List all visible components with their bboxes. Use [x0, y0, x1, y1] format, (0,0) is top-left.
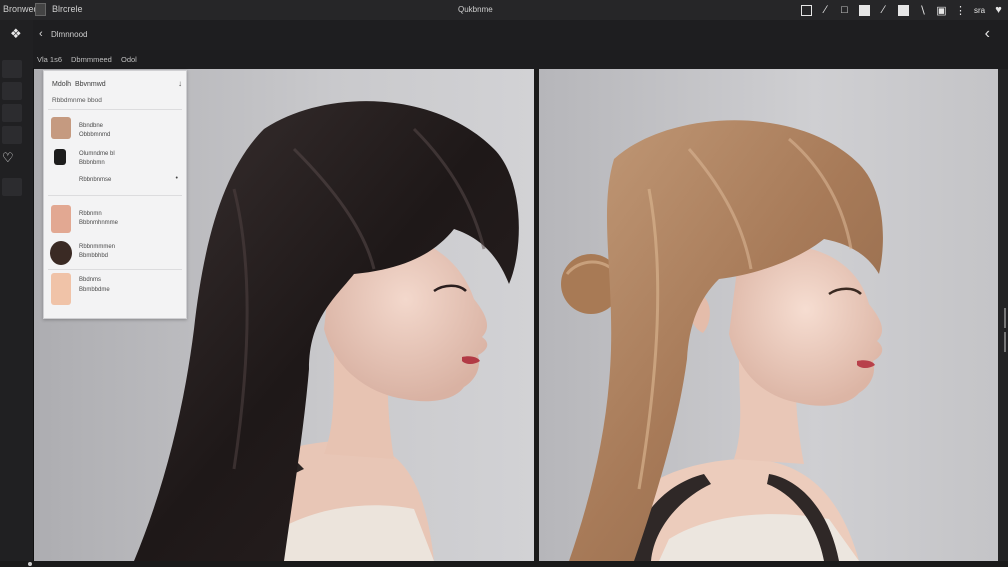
bold-tool-icon[interactable]: ▣	[932, 2, 951, 19]
layers-panel: Mdolh Bbvnmwd ↓ Rbbdmnme bbod Bbndbne Ob…	[43, 70, 187, 319]
more-tool-icon[interactable]: ⋮	[951, 2, 970, 19]
layer-name: Rbbnmn	[79, 211, 102, 217]
breadcrumb-segment[interactable]: Vla 1s6	[37, 55, 62, 64]
divider	[48, 109, 182, 110]
left-tool-rail: ❖ ♡	[0, 20, 34, 567]
layer-thumbnail	[50, 241, 72, 265]
select-tool-icon[interactable]: □	[835, 2, 854, 19]
layers-tool-icon[interactable]	[893, 2, 913, 19]
crop-tool-icon[interactable]	[797, 2, 816, 19]
rail-button-2[interactable]	[2, 82, 22, 100]
text-tool[interactable]: sra	[970, 2, 989, 19]
layers-panel-subtitle: Rbbdmnme bbod	[52, 97, 102, 104]
document-title: Qukbnme	[458, 5, 493, 14]
sub-toolbar: ‹ Dlmnnood ‹	[33, 20, 1008, 50]
rail-button-3[interactable]	[2, 104, 22, 122]
heart-tool-icon[interactable]: ♥	[989, 2, 1008, 19]
rail-button-4[interactable]	[2, 126, 22, 144]
timeline-knob[interactable]	[28, 562, 32, 566]
app-name: Bronwed	[3, 4, 39, 14]
pen-tool-icon[interactable]: ∕	[816, 2, 835, 19]
back-chevron-icon[interactable]: ‹	[39, 28, 43, 40]
layer-name: Rbbnmmmen	[79, 244, 116, 250]
breadcrumb: Vla 1s6 Dbmmmeed Odol	[33, 50, 1008, 68]
layer-menu-icon[interactable]: •	[176, 175, 178, 182]
close-icon[interactable]: ↓	[178, 79, 182, 88]
layer-detail: Bbmbbhbd	[79, 253, 109, 259]
rail-button-5[interactable]	[2, 178, 22, 196]
brush-tool-icon[interactable]: ∕	[874, 2, 893, 19]
layer-detail: Bbbnmhnmme	[79, 220, 119, 226]
layer-name: Bbndbne	[79, 123, 104, 129]
breadcrumb-segment[interactable]: Dbmmmeed	[71, 55, 112, 64]
file-label[interactable]: Blrcrele	[52, 4, 83, 14]
layer-thumbnail	[51, 205, 71, 233]
text-tool-label: sra	[973, 5, 986, 15]
divider	[48, 269, 182, 270]
image-tool-icon[interactable]	[854, 2, 874, 19]
layer-detail: Bbbnbmn	[79, 160, 105, 166]
layer-thumbnail	[54, 149, 66, 165]
layer-name: Bbdnms	[79, 277, 102, 283]
divider	[48, 195, 182, 196]
layer-thumbnail	[51, 117, 71, 139]
layer-name: Olumndme bl	[79, 151, 115, 157]
layer-thumbnail	[51, 273, 71, 305]
status-bar	[0, 561, 1008, 567]
sub-toolbar-label: Dlmnnood	[51, 30, 88, 39]
rail-button-1[interactable]	[2, 60, 22, 78]
tool-strip: ∕ □ ∕ ∖ ▣ ⋮ sra ♥	[797, 1, 1008, 19]
diamond-icon[interactable]: ❖	[10, 26, 22, 42]
document-icon[interactable]	[35, 3, 46, 16]
right-edge-strip	[998, 69, 1008, 561]
portrait-blonde-hair-image	[561, 120, 883, 561]
vertical-scrollbar-thumb[interactable]	[1004, 332, 1006, 352]
vertical-scrollbar[interactable]	[1004, 308, 1006, 328]
title-bar: Bronwed Blrcrele Qukbnme ∕ □ ∕ ∖ ▣ ⋮ sra…	[0, 0, 1008, 21]
heart-icon[interactable]: ♡	[2, 150, 14, 166]
layer-name: Rbbnbnmse	[79, 177, 112, 183]
layer-detail: Obbbmnmd	[79, 132, 111, 138]
layer-detail: Bbmbbdme	[79, 287, 110, 293]
line-tool-icon[interactable]: ∖	[913, 2, 932, 19]
collapse-panel-icon[interactable]: ‹	[985, 25, 990, 43]
canvas-right[interactable]	[539, 69, 998, 561]
layers-panel-title: Mdolh Bbvnmwd	[52, 81, 106, 88]
breadcrumb-segment[interactable]: Odol	[121, 55, 137, 64]
